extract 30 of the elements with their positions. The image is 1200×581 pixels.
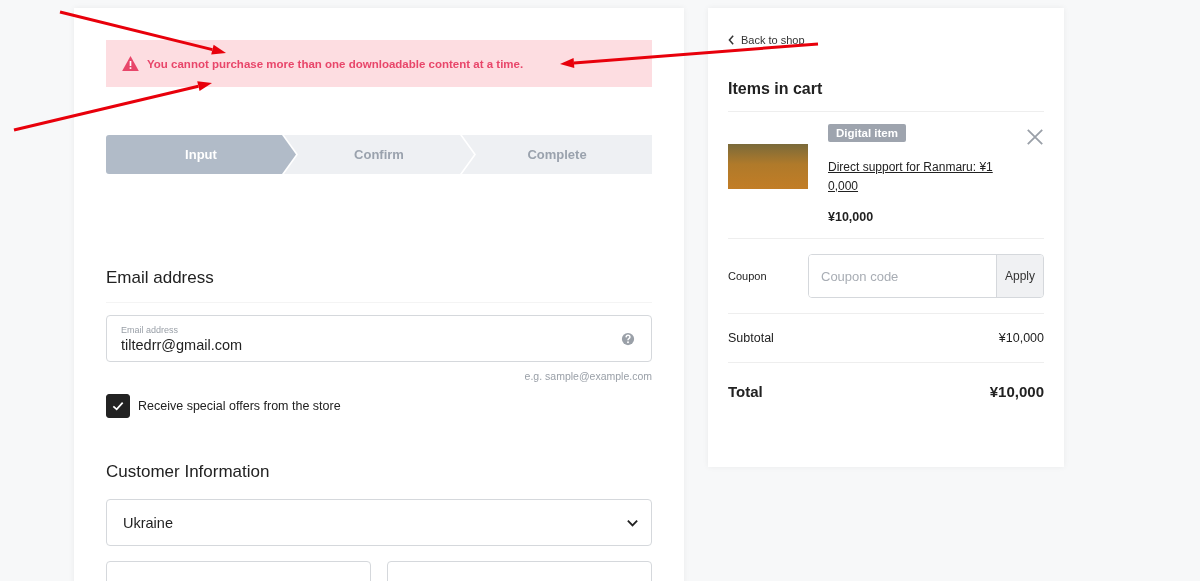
- coupon-field[interactable]: Coupon code Apply: [808, 254, 1044, 298]
- progress-step: Confirm: [284, 135, 474, 174]
- close-icon[interactable]: [1026, 128, 1044, 146]
- field-hint: e.g. sample@example.com: [524, 370, 652, 382]
- item-type-badge: Digital item: [828, 124, 906, 142]
- cart-heading: Items in cart: [728, 80, 1044, 112]
- error-message: You cannot purchase more than one downloadable content at a time.: [147, 57, 524, 70]
- apply-button[interactable]: Apply: [995, 255, 1043, 297]
- subtotal-value: ¥10,000: [998, 331, 1044, 345]
- help-icon[interactable]: [621, 331, 635, 346]
- total-value: ¥10,000: [989, 383, 1044, 400]
- checkbox[interactable]: [106, 394, 130, 418]
- total-label: Total: [728, 383, 763, 400]
- progress-step: Input: [106, 135, 296, 174]
- progress-step: Complete: [462, 135, 652, 174]
- back-link[interactable]: Back to shop: [728, 34, 1044, 46]
- warning-icon: [122, 56, 139, 71]
- coupon-label: Coupon: [728, 270, 768, 282]
- subtotal-label: Subtotal: [728, 331, 774, 345]
- chevron-down-icon: [626, 517, 639, 528]
- field-value: tiltedrr@gmail.com: [121, 336, 243, 353]
- section-heading: Customer Information: [106, 462, 271, 482]
- product-link[interactable]: Direct support for Ranmaru: ¥1 0,000: [828, 158, 993, 196]
- item-price: ¥10,000: [828, 210, 874, 224]
- field-label: Email address: [121, 324, 180, 335]
- section-heading: Email address: [106, 268, 652, 303]
- country-select[interactable]: Ukraine: [106, 499, 652, 546]
- chevron-left-icon: [728, 35, 735, 45]
- email-field[interactable]: Email address tiltedrr@gmail.com: [106, 315, 652, 362]
- checkbox-label: Receive special offers from the store: [138, 399, 341, 413]
